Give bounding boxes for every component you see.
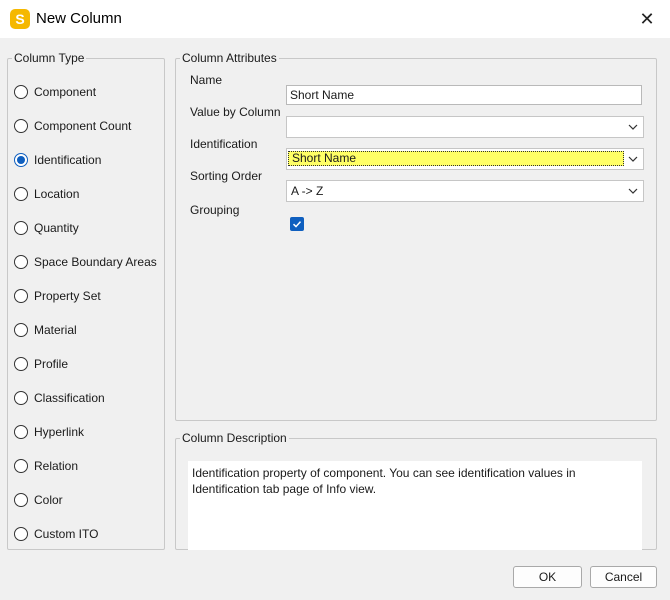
chevron-down-icon	[628, 156, 638, 162]
column-description-legend: Column Description	[182, 431, 287, 445]
column-attributes-group: Column Attributes Name Short Name Value …	[175, 51, 657, 421]
radio-label: Quantity	[34, 221, 79, 235]
identification-label: Identification	[190, 137, 258, 151]
radio-label: Component	[34, 85, 97, 99]
radio-button-icon[interactable]	[14, 187, 28, 201]
radio-button-icon[interactable]	[14, 323, 28, 337]
ok-button[interactable]: OK	[513, 566, 582, 588]
close-icon[interactable]: ✕	[634, 6, 660, 32]
radio-button-icon[interactable]	[14, 425, 28, 439]
radio-label: Property Set	[34, 289, 101, 303]
radio-material[interactable]: Material	[14, 320, 77, 340]
radio-label: Component Count	[34, 119, 132, 133]
column-description-group: Column Description Identification proper…	[175, 431, 657, 550]
radio-button-icon[interactable]	[14, 85, 28, 99]
sorting-order-value: A -> Z	[291, 184, 324, 198]
grouping-checkbox[interactable]	[290, 217, 304, 231]
description-text: Identification property of component. Yo…	[188, 461, 642, 550]
value-by-column-label: Value by Column	[190, 105, 281, 119]
column-attributes-legend: Column Attributes	[182, 51, 277, 65]
identification-selected-value: Short Name	[288, 151, 624, 166]
radio-label: Relation	[34, 459, 79, 473]
chevron-down-icon	[628, 188, 638, 194]
value-by-column-dropdown[interactable]	[286, 116, 644, 138]
radio-button-icon[interactable]	[14, 255, 28, 269]
radio-identification[interactable]: Identification	[14, 150, 101, 170]
radio-custom-ito[interactable]: Custom ITO	[14, 524, 98, 544]
sorting-order-dropdown[interactable]: A -> Z	[286, 180, 644, 202]
radio-button-selected-icon[interactable]	[14, 153, 28, 167]
cancel-button[interactable]: Cancel	[590, 566, 657, 588]
radio-button-icon[interactable]	[14, 357, 28, 371]
radio-label: Hyperlink	[34, 425, 85, 439]
radio-button-icon[interactable]	[14, 221, 28, 235]
radio-component[interactable]: Component	[14, 82, 96, 102]
radio-hyperlink[interactable]: Hyperlink	[14, 422, 84, 442]
radio-label: Classification	[34, 391, 105, 405]
dialog-body: Column Type Component Component Count Id…	[0, 38, 670, 600]
radio-color[interactable]: Color	[14, 490, 63, 510]
name-label: Name	[190, 73, 223, 87]
radio-label: Custom ITO	[34, 527, 99, 541]
radio-component-count[interactable]: Component Count	[14, 116, 131, 136]
radio-location[interactable]: Location	[14, 184, 79, 204]
checkmark-icon	[292, 221, 302, 228]
sorting-order-label: Sorting Order	[190, 169, 263, 183]
radio-label: Space Boundary Areas	[34, 255, 157, 269]
radio-profile[interactable]: Profile	[14, 354, 68, 374]
radio-property-set[interactable]: Property Set	[14, 286, 101, 306]
radio-label: Profile	[34, 357, 69, 371]
radio-relation[interactable]: Relation	[14, 456, 78, 476]
radio-button-icon[interactable]	[14, 391, 28, 405]
radio-label: Identification	[34, 153, 102, 167]
app-logo-icon: S	[10, 9, 30, 29]
name-input[interactable]: Short Name	[286, 85, 642, 105]
radio-classification[interactable]: Classification	[14, 388, 105, 408]
chevron-down-icon	[628, 124, 638, 130]
radio-label: Color	[34, 493, 63, 507]
window-title: New Column	[36, 10, 122, 27]
title-bar: S New Column ✕	[0, 0, 670, 38]
radio-button-icon[interactable]	[14, 289, 28, 303]
radio-space-boundary-areas[interactable]: Space Boundary Areas	[14, 252, 157, 272]
identification-dropdown[interactable]: Short Name	[286, 148, 644, 170]
grouping-label: Grouping	[190, 203, 240, 217]
radio-quantity[interactable]: Quantity	[14, 218, 79, 238]
radio-label: Material	[34, 323, 77, 337]
radio-button-icon[interactable]	[14, 119, 28, 133]
radio-label: Location	[34, 187, 80, 201]
radio-button-icon[interactable]	[14, 459, 28, 473]
radio-button-icon[interactable]	[14, 527, 28, 541]
radio-button-icon[interactable]	[14, 493, 28, 507]
column-type-legend: Column Type	[14, 51, 85, 65]
column-type-group: Column Type Component Component Count Id…	[7, 51, 165, 550]
